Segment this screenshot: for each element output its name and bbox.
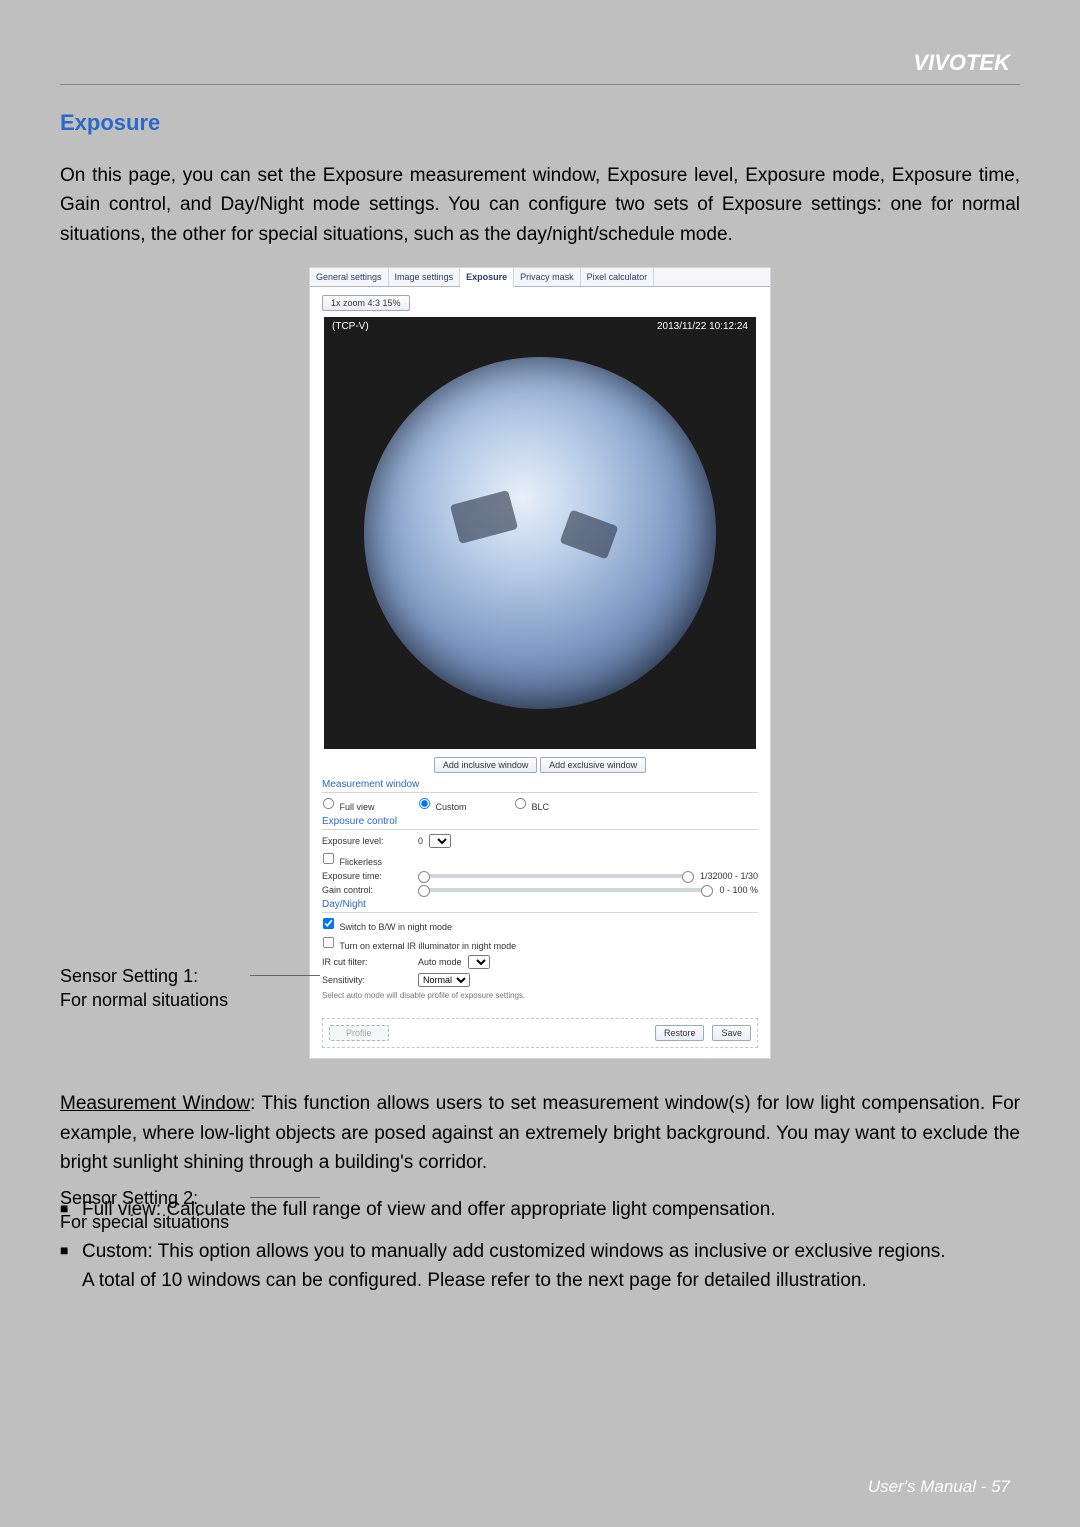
tab-bar: General settings Image settings Exposure… bbox=[310, 268, 770, 287]
exposure-level-label: Exposure level: bbox=[322, 836, 412, 846]
flickerless-label: Flickerless bbox=[340, 857, 383, 867]
section-title: Exposure bbox=[60, 110, 1020, 136]
radio-full-label: Full view bbox=[340, 802, 375, 812]
exposure-level-row: Exposure level: 0 bbox=[322, 834, 758, 848]
ir-cut-select[interactable] bbox=[468, 955, 490, 969]
ir-illum-label: Turn on external IR illuminator in night… bbox=[339, 941, 516, 951]
bullet-custom-line2: A total of 10 windows can be configured.… bbox=[82, 1267, 1020, 1296]
measurement-lead: Measurement Window bbox=[60, 1093, 250, 1114]
ir-cut-value: Auto mode bbox=[418, 957, 462, 967]
switch-bw-row: Switch to B/W in night mode bbox=[322, 917, 758, 932]
video-preview: (TCP-V) 2013/11/22 10:12:24 bbox=[324, 317, 756, 749]
radio-custom-label: Custom bbox=[436, 802, 467, 812]
exposure-level-select[interactable] bbox=[429, 834, 451, 848]
bullet-full-view: Full view: Calculate the full range of v… bbox=[60, 1196, 1020, 1225]
radio-full-view[interactable]: Full view bbox=[322, 797, 412, 812]
add-exclusive-button[interactable]: Add exclusive window bbox=[540, 757, 646, 773]
ir-cut-row: IR cut filter: Auto mode bbox=[322, 955, 758, 969]
save-button[interactable]: Save bbox=[712, 1025, 751, 1041]
exposure-level-value: 0 bbox=[418, 836, 423, 846]
leader-line-1 bbox=[250, 975, 320, 976]
sensitivity-select[interactable]: Normal bbox=[418, 973, 470, 987]
profile-button[interactable]: Profile bbox=[329, 1025, 389, 1041]
exposure-control-title: Exposure control bbox=[322, 816, 758, 830]
bullet-list: Full view: Calculate the full range of v… bbox=[60, 1196, 1020, 1296]
sensor1-line2: For normal situations bbox=[60, 990, 228, 1010]
sensitivity-row: Sensitivity: Normal bbox=[322, 973, 758, 987]
zoom-button[interactable]: 1x zoom 4:3 15% bbox=[322, 295, 410, 311]
video-timestamp: 2013/11/22 10:12:24 bbox=[657, 321, 748, 332]
brand-header: VIVOTEK bbox=[60, 50, 1020, 84]
gain-row: Gain control: 0 - 100 % bbox=[322, 885, 758, 895]
panel-inner: 1x zoom 4:3 15% (TCP-V) 2013/11/22 10:12… bbox=[310, 287, 770, 1008]
tab-privacy[interactable]: Privacy mask bbox=[514, 268, 581, 286]
exposure-time-slider[interactable] bbox=[418, 874, 694, 878]
add-window-buttons: Add inclusive window Add exclusive windo… bbox=[322, 757, 758, 773]
radio-custom[interactable]: Custom bbox=[418, 797, 508, 812]
settings-panel: General settings Image settings Exposure… bbox=[309, 267, 771, 1059]
bullet-custom: Custom: This option allows you to manual… bbox=[60, 1238, 1020, 1295]
intro-paragraph: On this page, you can set the Exposure m… bbox=[60, 161, 1020, 249]
flickerless-checkbox[interactable]: Flickerless bbox=[322, 852, 412, 867]
page-footer: User's Manual - 57 bbox=[868, 1477, 1010, 1497]
exposure-time-row: Exposure time: 1/32000 - 1/30 bbox=[322, 871, 758, 881]
radio-blc-label: BLC bbox=[532, 802, 550, 812]
exposure-time-label: Exposure time: bbox=[322, 871, 412, 881]
measurement-paragraph: Measurement Window: This function allows… bbox=[60, 1089, 1020, 1177]
measurement-radios: Full view Custom BLC bbox=[322, 797, 758, 812]
auto-mode-note: Select auto mode will disable profile of… bbox=[322, 991, 758, 1000]
panel-footer-buttons: Profile Restore Save bbox=[322, 1018, 758, 1048]
fisheye-preview bbox=[364, 357, 716, 709]
header-rule bbox=[60, 84, 1020, 85]
tab-image[interactable]: Image settings bbox=[389, 268, 461, 286]
exposure-time-value: 1/32000 - 1/30 bbox=[700, 871, 758, 881]
sensor1-line1: Sensor Setting 1: bbox=[60, 966, 198, 986]
tab-pixel[interactable]: Pixel calculator bbox=[581, 268, 655, 286]
gain-value: 0 - 100 % bbox=[719, 885, 758, 895]
gain-label: Gain control: bbox=[322, 885, 412, 895]
flickerless-row: Flickerless bbox=[322, 852, 758, 867]
ir-cut-label: IR cut filter: bbox=[322, 957, 412, 967]
measurement-window-title: Measurement window bbox=[322, 779, 758, 793]
restore-button[interactable]: Restore bbox=[655, 1025, 705, 1041]
tab-general[interactable]: General settings bbox=[310, 268, 389, 286]
bullet-custom-line1: Custom: This option allows you to manual… bbox=[82, 1241, 946, 1262]
sensor-setting-1-label: Sensor Setting 1: For normal situations bbox=[60, 965, 228, 1012]
radio-blc[interactable]: BLC bbox=[514, 797, 604, 812]
sensitivity-label: Sensitivity: bbox=[322, 975, 412, 985]
tab-exposure[interactable]: Exposure bbox=[460, 268, 514, 287]
switch-bw-label: Switch to B/W in night mode bbox=[340, 922, 453, 932]
ir-illum-checkbox[interactable]: Turn on external IR illuminator in night… bbox=[322, 936, 516, 951]
ir-illum-row: Turn on external IR illuminator in night… bbox=[322, 936, 758, 951]
gain-slider[interactable] bbox=[418, 888, 713, 892]
daynight-title: Day/Night bbox=[322, 899, 758, 913]
stream-label: (TCP-V) bbox=[332, 321, 369, 332]
add-inclusive-button[interactable]: Add inclusive window bbox=[434, 757, 538, 773]
switch-bw-checkbox[interactable]: Switch to B/W in night mode bbox=[322, 917, 452, 932]
figure-row: Sensor Setting 1: For normal situations … bbox=[60, 267, 1020, 1059]
